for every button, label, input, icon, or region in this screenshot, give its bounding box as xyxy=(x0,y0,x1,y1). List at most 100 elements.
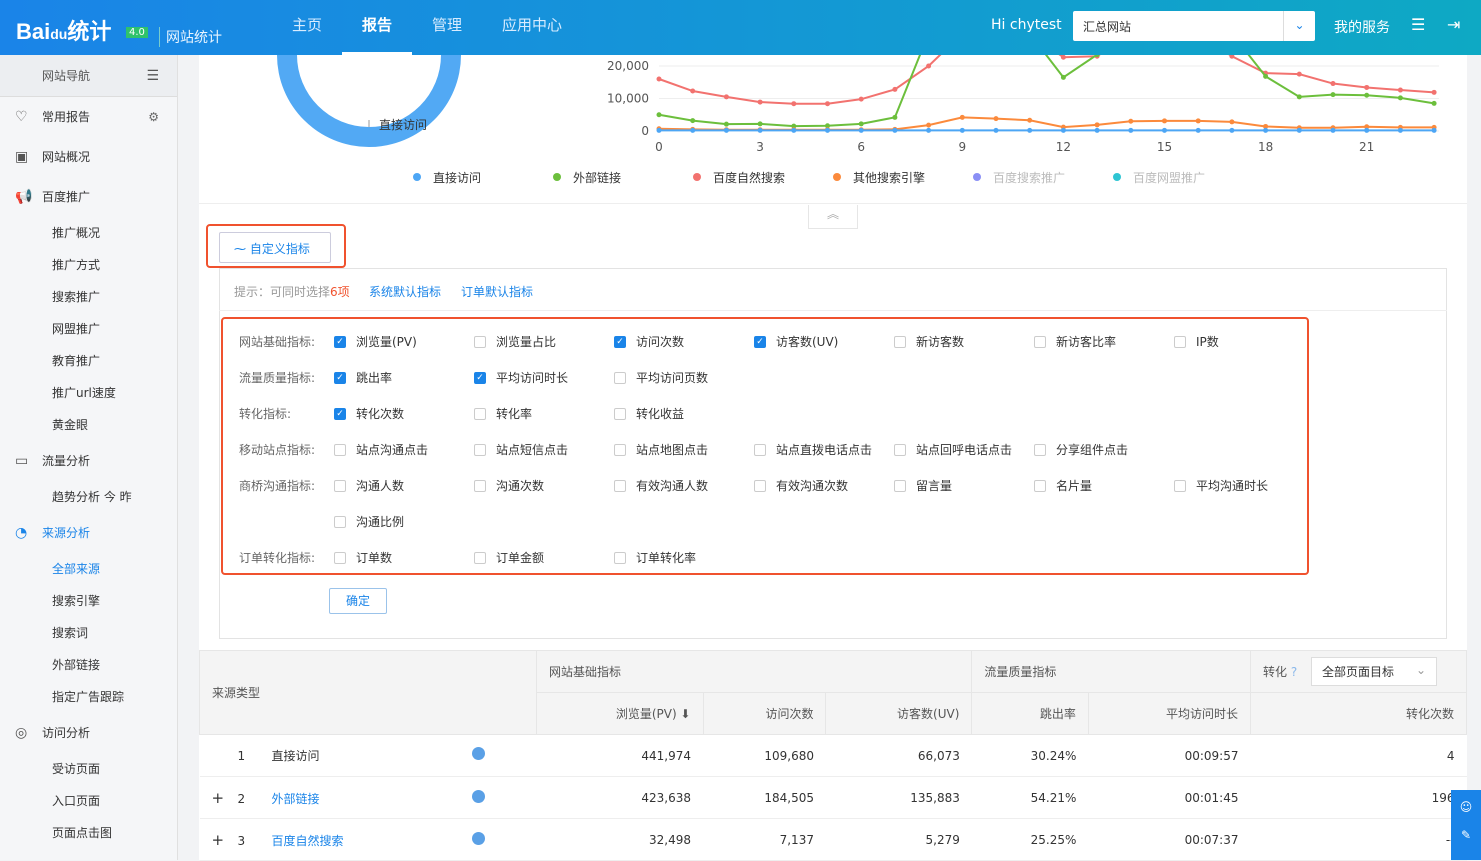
collapse-chart-button[interactable]: ︽ xyxy=(808,205,858,229)
data-point[interactable] xyxy=(858,127,864,133)
logout-icon[interactable]: ⇥ xyxy=(1447,15,1460,34)
data-point[interactable] xyxy=(656,76,662,82)
site-select[interactable]: 汇总网站 ⌄ xyxy=(1073,11,1315,41)
data-point[interactable] xyxy=(690,118,696,124)
data-point[interactable] xyxy=(1128,118,1134,124)
legend-item[interactable]: 百度自然搜索 xyxy=(713,170,785,185)
data-point[interactable] xyxy=(1263,73,1269,79)
data-point[interactable] xyxy=(1094,127,1100,133)
chevron-down-icon[interactable]: ⌄ xyxy=(1283,11,1315,41)
data-point[interactable] xyxy=(656,112,662,118)
goal-select[interactable]: 全部页面目标 ⌄ xyxy=(1311,657,1438,686)
data-point[interactable] xyxy=(892,86,898,92)
trend-icon[interactable] xyxy=(471,789,485,803)
confirm-button[interactable]: 确定 xyxy=(329,588,387,614)
data-point[interactable] xyxy=(1364,84,1370,90)
data-point[interactable] xyxy=(1397,127,1403,133)
data-point[interactable] xyxy=(959,114,965,120)
expand-icon[interactable]: + xyxy=(212,831,238,849)
source-name[interactable]: 百度自然搜索 xyxy=(272,832,472,849)
legend-item[interactable]: 百度网盟推广 xyxy=(1133,170,1205,185)
data-point[interactable] xyxy=(1431,89,1437,95)
data-point[interactable] xyxy=(1397,95,1403,101)
column-header[interactable]: 浏览量(PV) ⬇ xyxy=(536,692,704,735)
sidebar-item[interactable]: 搜索推广 xyxy=(0,281,177,313)
data-point[interactable] xyxy=(1296,94,1302,100)
nav-item[interactable]: 管理 xyxy=(412,0,482,55)
nav-item[interactable]: 报告 xyxy=(342,0,413,55)
sidebar-item[interactable]: 推广方式 xyxy=(0,249,177,281)
sidebar-item[interactable]: 黄金眼 xyxy=(0,409,177,441)
user-greeting[interactable]: Hi chytest xyxy=(991,17,1062,33)
expand-icon[interactable]: + xyxy=(212,789,238,807)
sidebar-item[interactable]: ◎ 访问分析 xyxy=(0,713,177,753)
data-point[interactable] xyxy=(993,127,999,133)
data-point[interactable] xyxy=(1431,100,1437,106)
baidu-tongji-logo[interactable]: Baidu统计 xyxy=(16,14,111,46)
sidebar-item[interactable]: ▣ 网站概况 xyxy=(0,137,177,177)
data-point[interactable] xyxy=(1296,71,1302,77)
sidebar-item[interactable]: 全部来源 xyxy=(0,553,177,585)
sidebar-item[interactable]: 入口页面 xyxy=(0,785,177,817)
collapse-menu-icon[interactable]: ☰ xyxy=(146,55,159,97)
sidebar-item[interactable]: 教育推广 xyxy=(0,345,177,377)
data-point[interactable] xyxy=(1330,127,1336,133)
column-header[interactable]: 访问次数 xyxy=(702,692,827,735)
chat-icon[interactable]: ☺ xyxy=(1451,800,1481,814)
sidebar-item[interactable]: 推广概况 xyxy=(0,217,177,249)
sidebar-item[interactable]: 网盟推广 xyxy=(0,313,177,345)
data-point[interactable] xyxy=(1128,127,1134,133)
data-point[interactable] xyxy=(825,127,830,133)
data-point[interactable] xyxy=(1431,127,1437,133)
data-point[interactable] xyxy=(858,96,864,102)
sidebar-item[interactable]: 受访页面 xyxy=(0,753,177,785)
data-point[interactable] xyxy=(926,122,932,128)
data-point[interactable] xyxy=(1060,127,1066,133)
data-point[interactable] xyxy=(1027,117,1033,123)
system-default-link[interactable]: 系统默认指标 xyxy=(369,283,441,300)
data-point[interactable] xyxy=(690,127,696,133)
data-point[interactable] xyxy=(1263,127,1269,133)
sidebar-item[interactable]: 搜索词 xyxy=(0,617,177,649)
data-point[interactable] xyxy=(959,127,965,133)
gear-icon[interactable]: ⚙ xyxy=(148,97,159,137)
data-point[interactable] xyxy=(1162,127,1167,133)
sidebar-item[interactable]: 指定广告跟踪 xyxy=(0,681,177,713)
data-point[interactable] xyxy=(1162,118,1167,124)
sidebar-item[interactable]: ♡ 常用报告 ⚙ xyxy=(0,97,177,137)
data-point[interactable] xyxy=(723,94,729,100)
data-point[interactable] xyxy=(1094,122,1100,128)
nav-item[interactable]: 应用中心 xyxy=(482,0,582,55)
data-point[interactable] xyxy=(656,127,662,133)
data-point[interactable] xyxy=(723,127,729,133)
data-point[interactable] xyxy=(1330,81,1336,87)
data-point[interactable] xyxy=(1229,127,1235,133)
data-point[interactable] xyxy=(1364,127,1370,133)
data-point[interactable] xyxy=(1330,92,1336,98)
data-point[interactable] xyxy=(1060,74,1066,80)
edit-icon[interactable]: ✎ xyxy=(1451,828,1481,842)
data-point[interactable] xyxy=(1195,127,1201,133)
trend-icon[interactable] xyxy=(471,831,485,845)
data-point[interactable] xyxy=(993,116,999,122)
data-point[interactable] xyxy=(926,127,932,133)
data-point[interactable] xyxy=(1195,118,1201,124)
list-icon[interactable]: ☰ xyxy=(1411,15,1425,34)
data-point[interactable] xyxy=(892,114,898,120)
data-point[interactable] xyxy=(858,121,864,127)
data-point[interactable] xyxy=(690,88,696,94)
sidebar-item[interactable]: 页面点击图 xyxy=(0,817,177,849)
sidebar-item[interactable]: 推广url速度 xyxy=(0,377,177,409)
data-point[interactable] xyxy=(1397,87,1403,93)
legend-item[interactable]: 百度搜索推广 xyxy=(993,170,1065,185)
data-point[interactable] xyxy=(791,101,797,107)
data-point[interactable] xyxy=(757,127,763,133)
legend-item[interactable]: 外部链接 xyxy=(573,170,621,185)
order-default-link[interactable]: 订单默认指标 xyxy=(461,283,533,300)
sidebar-item[interactable]: 搜索引擎 xyxy=(0,585,177,617)
nav-item[interactable]: 主页 xyxy=(272,0,342,55)
floating-help-bar[interactable]: ☺ ✎ xyxy=(1451,790,1481,860)
sidebar-item[interactable]: ▭ 流量分析 xyxy=(0,441,177,481)
my-services-link[interactable]: 我的服务 xyxy=(1334,17,1390,37)
column-header[interactable]: 跳出率 xyxy=(971,692,1089,735)
